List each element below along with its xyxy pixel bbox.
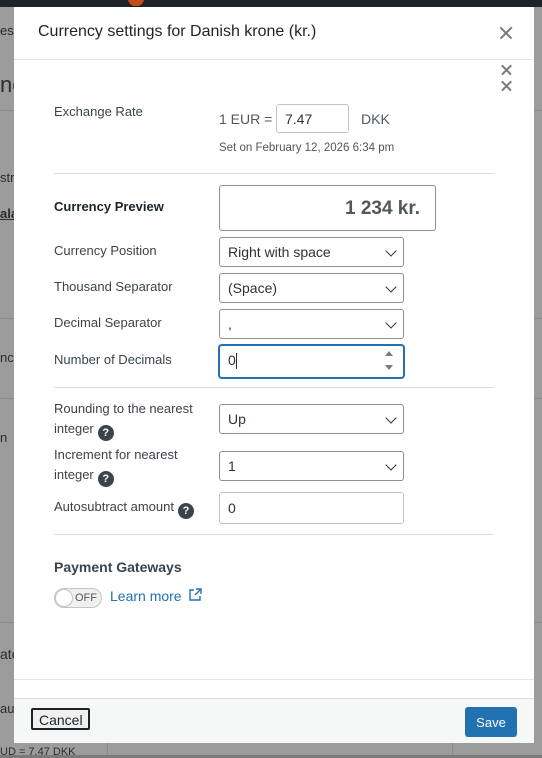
decimal-separator-select[interactable]: , xyxy=(219,309,404,339)
modal-footer: Cancel Save xyxy=(14,698,534,743)
autosubtract-label-wrap: Autosubtract amount? xyxy=(54,497,194,519)
autosubtract-input[interactable]: 0 xyxy=(219,492,404,524)
increment-label-wrap: Increment for nearest integer? xyxy=(54,445,204,487)
external-link-icon[interactable] xyxy=(188,588,202,602)
autosubtract-value: 0 xyxy=(228,500,236,516)
rounding-label: Rounding to the nearest integer xyxy=(54,401,193,436)
admin-bar xyxy=(0,0,542,7)
currency-settings-modal: Currency settings for Danish krone (kr.)… xyxy=(14,7,534,743)
section-divider xyxy=(54,534,494,535)
currency-preview-box: 1 234 kr. xyxy=(219,185,436,231)
currency-preview-label: Currency Preview xyxy=(54,199,164,214)
decimal-separator-value: , xyxy=(228,316,232,332)
learn-more-link[interactable]: Learn more xyxy=(110,588,182,604)
background-text: n xyxy=(0,430,8,445)
text-cursor xyxy=(236,353,237,369)
section-divider xyxy=(54,173,494,174)
increment-label: Increment for nearest integer xyxy=(54,447,178,482)
close-icon[interactable] xyxy=(497,24,515,42)
exchange-rate-timestamp: Set on February 12, 2026 6:34 pm xyxy=(219,142,395,154)
thousand-separator-value: (Space) xyxy=(228,280,278,296)
currency-position-label: Currency Position xyxy=(54,243,157,258)
exchange-rate-prefix: 1 EUR = xyxy=(219,111,273,127)
toggle-knob xyxy=(56,590,72,606)
number-of-decimals-input[interactable]: 0 xyxy=(219,345,404,378)
help-icon[interactable]: ? xyxy=(97,425,114,441)
payment-gateways-toggle[interactable]: OFF xyxy=(54,588,102,608)
thousand-separator-label: Thousand Separator xyxy=(54,279,173,294)
toggle-state-label: OFF xyxy=(75,592,97,604)
number-of-decimals-label: Number of Decimals xyxy=(54,352,172,367)
chevron-down-icon xyxy=(385,281,397,293)
exchange-rate-currency: DKK xyxy=(361,111,390,127)
rounding-value: Up xyxy=(228,411,246,427)
currency-preview-value: 1 234 kr. xyxy=(344,198,420,219)
chevron-down-icon xyxy=(385,412,397,424)
help-icon[interactable]: ? xyxy=(97,471,114,487)
footer-divider xyxy=(14,679,534,680)
thousand-separator-select[interactable]: (Space) xyxy=(219,273,404,303)
modal-header: Currency settings for Danish krone (kr.) xyxy=(14,7,534,60)
exchange-rate-label: Exchange Rate xyxy=(54,104,143,119)
exchange-rate-input[interactable] xyxy=(276,104,349,133)
increment-arrow-icon[interactable] xyxy=(385,351,393,356)
help-icon[interactable]: ? xyxy=(177,503,194,519)
rounding-select[interactable]: Up xyxy=(219,404,404,434)
rounding-label-wrap: Rounding to the nearest integer? xyxy=(54,399,204,441)
chevron-down-icon xyxy=(385,317,397,329)
number-of-decimals-value: 0 xyxy=(228,352,236,368)
decrement-arrow-icon[interactable] xyxy=(385,365,393,370)
increment-value: 1 xyxy=(228,458,236,474)
cancel-button[interactable]: Cancel xyxy=(31,708,90,730)
autosubtract-label: Autosubtract amount xyxy=(54,499,174,514)
chevron-down-icon xyxy=(385,459,397,471)
close-icon[interactable] xyxy=(498,79,516,97)
background-divider xyxy=(107,742,108,755)
currency-position-select[interactable]: Right with space xyxy=(219,237,404,267)
section-divider xyxy=(54,387,494,388)
increment-select[interactable]: 1 xyxy=(219,451,404,481)
decimal-separator-label: Decimal Separator xyxy=(54,315,162,330)
payment-gateways-title: Payment Gateways xyxy=(54,559,182,575)
background-divider xyxy=(452,742,453,755)
background-text: str xyxy=(0,170,15,185)
save-button[interactable]: Save xyxy=(465,707,517,737)
currency-position-value: Right with space xyxy=(228,244,331,260)
modal-title: Currency settings for Danish krone (kr.) xyxy=(38,23,317,40)
chevron-down-icon xyxy=(385,245,397,257)
background-text: UD = 7.47 DKK xyxy=(0,746,76,758)
